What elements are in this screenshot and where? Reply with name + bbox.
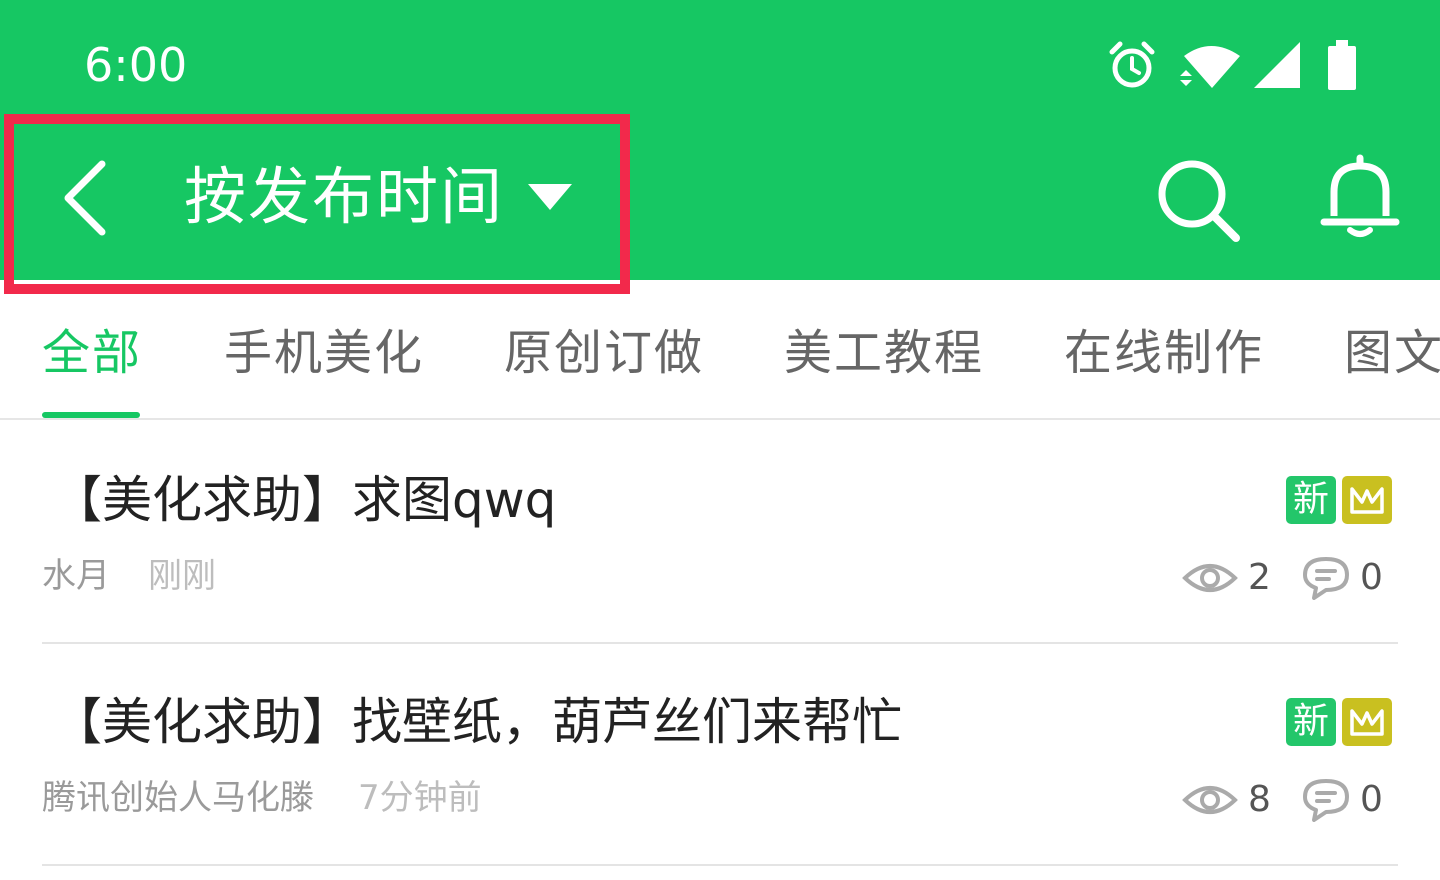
new-badge: 新 [1286,476,1336,524]
tab-design-tutorial[interactable]: 美工教程 [784,324,984,382]
crown-badge [1342,698,1392,746]
post-time: 刚刚 [148,556,216,596]
highlight-box [4,114,630,294]
bell-icon [1320,154,1400,237]
tab-all[interactable]: 全部 [42,324,142,382]
comment-icon [1303,779,1349,822]
comment-count: 0 [1360,557,1383,598]
signal-icon [1254,42,1300,88]
tab-image-text[interactable]: 图文 [1344,324,1440,382]
search-button[interactable] [1156,158,1242,244]
tab-phone-beautify[interactable]: 手机美化 [224,324,424,382]
battery-icon [1328,40,1356,90]
alarm-icon [1109,41,1155,88]
eye-icon [1182,564,1238,592]
comment-count: 0 [1360,779,1383,820]
tab-online-making[interactable]: 在线制作 [1064,324,1264,382]
status-time: 6:00 [84,38,188,92]
post-title: 【美化求助】找壁纸，葫芦丝们来帮忙 [52,693,902,751]
notifications-button[interactable] [1318,154,1402,242]
post-list-item[interactable]: 【美化求助】求图qwq 水月 刚刚 新 2 0 [42,420,1398,644]
crown-badge [1342,476,1392,524]
search-icon [1158,160,1240,242]
category-tabs: 全部 手机美化 原创订做 美工教程 在线制作 图文 [0,280,1440,420]
comment-icon [1303,557,1349,600]
eye-icon [1182,786,1238,814]
status-icons [1106,40,1366,92]
post-author[interactable]: 腾讯创始人马化滕 [42,776,314,820]
crown-icon [1350,487,1384,514]
post-author[interactable]: 水月 [42,554,110,598]
view-count: 2 [1248,557,1271,598]
wifi-icon [1180,46,1240,88]
new-badge: 新 [1286,698,1336,746]
active-tab-indicator [42,412,140,418]
tab-original-custom[interactable]: 原创订做 [504,324,704,382]
post-title: 【美化求助】求图qwq [52,471,557,529]
post-list-item[interactable]: 【美化求助】找壁纸，葫芦丝们来帮忙 腾讯创始人马化滕 7分钟前 新 8 0 [42,642,1398,866]
view-count: 8 [1248,779,1271,820]
post-time: 7分钟前 [358,778,482,818]
crown-icon [1350,709,1384,736]
